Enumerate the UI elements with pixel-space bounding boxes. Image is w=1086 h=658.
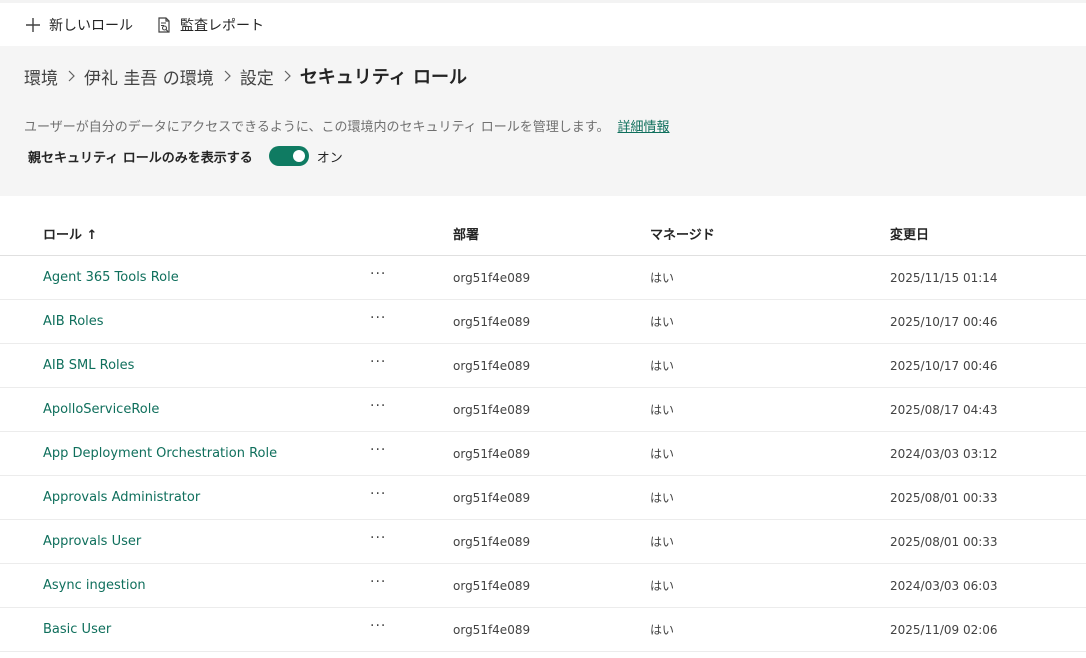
- more-icon: ···: [370, 573, 387, 590]
- breadcrumb-environment[interactable]: 伊礼 圭吾 の環境: [84, 64, 214, 89]
- department-cell: org51f4e089: [453, 314, 531, 329]
- table-header: ロール ↑ 部署 マネージド 変更日: [0, 211, 1086, 256]
- parent-roles-toggle[interactable]: [268, 146, 309, 166]
- more-options-button[interactable]: ···: [370, 530, 410, 550]
- column-header-modified[interactable]: 変更日: [890, 224, 1086, 243]
- table-row[interactable]: AIB Roles ··· org51f4e089 はい 2025/10/17 00:4…: [0, 300, 1086, 344]
- column-header-role[interactable]: ロール ↑: [0, 224, 370, 243]
- modified-date-cell: 2025/10/17 00:46: [890, 314, 998, 329]
- role-name-link[interactable]: Agent 365 Tools Role: [0, 270, 370, 285]
- more-options-button[interactable]: ···: [370, 618, 410, 638]
- toggle-label: 親セキュリティ ロールのみを表示する: [28, 150, 253, 166]
- modified-date-cell: 2025/08/01 00:33: [890, 490, 998, 505]
- column-header-managed[interactable]: マネージド: [650, 224, 890, 243]
- more-icon: ···: [370, 265, 387, 282]
- more-icon: ···: [370, 441, 387, 458]
- role-name-link[interactable]: Approvals Administrator: [0, 490, 370, 505]
- table-body: Agent 365 Tools Role ··· org51f4e089 はい 2025…: [0, 256, 1086, 652]
- managed-cell: はい: [650, 579, 675, 593]
- department-cell: org51f4e089: [453, 578, 531, 593]
- department-cell: org51f4e089: [453, 446, 531, 461]
- more-icon: ···: [370, 485, 387, 502]
- learn-more-link[interactable]: 詳細情報: [618, 120, 670, 135]
- more-options-button[interactable]: ···: [370, 398, 410, 418]
- managed-cell: はい: [650, 491, 675, 505]
- breadcrumb-environments[interactable]: 環境: [24, 64, 58, 89]
- breadcrumb-settings[interactable]: 設定: [240, 64, 274, 89]
- description-text: ユーザーが自分のデータにアクセスできるように、この環境内のセキュリティ ロールを…: [24, 120, 610, 135]
- table-row[interactable]: Agent 365 Tools Role ··· org51f4e089 はい 2025…: [0, 256, 1086, 300]
- managed-cell: はい: [650, 403, 675, 417]
- column-header-department[interactable]: 部署: [410, 224, 650, 243]
- table-row[interactable]: Approvals User ··· org51f4e089 はい 2025/08/01…: [0, 520, 1086, 564]
- table-row[interactable]: Approvals Administrator ··· org51f4e089 はい 2…: [0, 476, 1086, 520]
- role-name-link[interactable]: Basic User: [0, 622, 370, 637]
- page-title: セキュリティ ロール: [299, 67, 467, 88]
- chevron-right-icon: [222, 70, 232, 82]
- managed-cell: はい: [650, 315, 675, 329]
- modified-date-cell: 2025/11/09 02:06: [890, 622, 998, 637]
- modified-date-cell: 2024/03/03 06:03: [890, 578, 998, 593]
- more-options-button[interactable]: ···: [370, 442, 410, 462]
- more-icon: ···: [370, 529, 387, 546]
- new-role-label: 新しいロール: [49, 17, 133, 34]
- more-options-button[interactable]: ···: [370, 574, 410, 594]
- department-cell: org51f4e089: [453, 358, 531, 373]
- role-name-link[interactable]: App Deployment Orchestration Role: [0, 446, 370, 461]
- department-cell: org51f4e089: [453, 402, 531, 417]
- modified-date-cell: 2024/03/03 03:12: [890, 446, 998, 461]
- modified-date-cell: 2025/11/15 01:14: [890, 270, 998, 285]
- department-cell: org51f4e089: [453, 534, 531, 549]
- role-name-link[interactable]: ApolloServiceRole: [0, 402, 370, 417]
- role-name-link[interactable]: Async ingestion: [0, 578, 370, 593]
- managed-cell: はい: [650, 535, 675, 549]
- more-icon: ···: [370, 397, 387, 414]
- role-name-link[interactable]: AIB Roles: [0, 314, 370, 329]
- more-options-button[interactable]: ···: [370, 486, 410, 506]
- toggle-knob: [292, 150, 305, 162]
- more-options-button[interactable]: ···: [370, 354, 410, 374]
- modified-date-cell: 2025/08/17 04:43: [890, 402, 998, 417]
- more-icon: ···: [370, 309, 387, 326]
- more-icon: ···: [370, 617, 387, 634]
- audit-report-label: 監査レポート: [180, 17, 264, 34]
- audit-report-button[interactable]: 監査レポート: [155, 15, 264, 35]
- modified-date-cell: 2025/10/17 00:46: [890, 358, 998, 373]
- new-role-button[interactable]: 新しいロール: [24, 15, 133, 35]
- role-name-link[interactable]: Approvals User: [0, 534, 370, 549]
- parent-roles-toggle-row: 親セキュリティ ロールのみを表示する オン: [28, 146, 343, 166]
- managed-cell: はい: [650, 447, 675, 461]
- managed-cell: はい: [650, 623, 675, 637]
- more-options-button[interactable]: ···: [370, 310, 410, 330]
- table-row[interactable]: App Deployment Orchestration Role ··· org5…: [0, 432, 1086, 476]
- table-row[interactable]: ApolloServiceRole ··· org51f4e089 はい 2025/08…: [0, 388, 1086, 432]
- more-options-button[interactable]: ···: [370, 266, 410, 286]
- command-bar: 新しいロール 監査レポート: [0, 3, 1086, 46]
- page-description: ユーザーが自分のデータにアクセスできるように、この環境内のセキュリティ ロールを…: [24, 116, 670, 135]
- document-search-icon: [155, 16, 173, 34]
- breadcrumb: 環境 伊礼 圭吾 の環境 設定 セキュリティ ロール: [24, 63, 467, 89]
- table-row[interactable]: AIB SML Roles ··· org51f4e089 はい 2025/10/17 …: [0, 344, 1086, 388]
- department-cell: org51f4e089: [453, 622, 531, 637]
- managed-cell: はい: [650, 271, 675, 285]
- plus-icon: [24, 16, 42, 34]
- more-icon: ···: [370, 353, 387, 370]
- role-name-link[interactable]: AIB SML Roles: [0, 358, 370, 373]
- roles-table: ロール ↑ 部署 マネージド 変更日 Agent 365 Tools Role ·…: [0, 211, 1086, 652]
- modified-date-cell: 2025/08/01 00:33: [890, 534, 998, 549]
- managed-cell: はい: [650, 359, 675, 373]
- table-row[interactable]: Basic User ··· org51f4e089 はい 2025/11/09 02:…: [0, 608, 1086, 652]
- chevron-right-icon: [66, 70, 76, 82]
- toggle-state: オン: [316, 150, 343, 166]
- table-row[interactable]: Async ingestion ··· org51f4e089 はい 2024/03/0…: [0, 564, 1086, 608]
- chevron-right-icon: [282, 70, 292, 82]
- department-cell: org51f4e089: [453, 270, 531, 285]
- department-cell: org51f4e089: [453, 490, 531, 505]
